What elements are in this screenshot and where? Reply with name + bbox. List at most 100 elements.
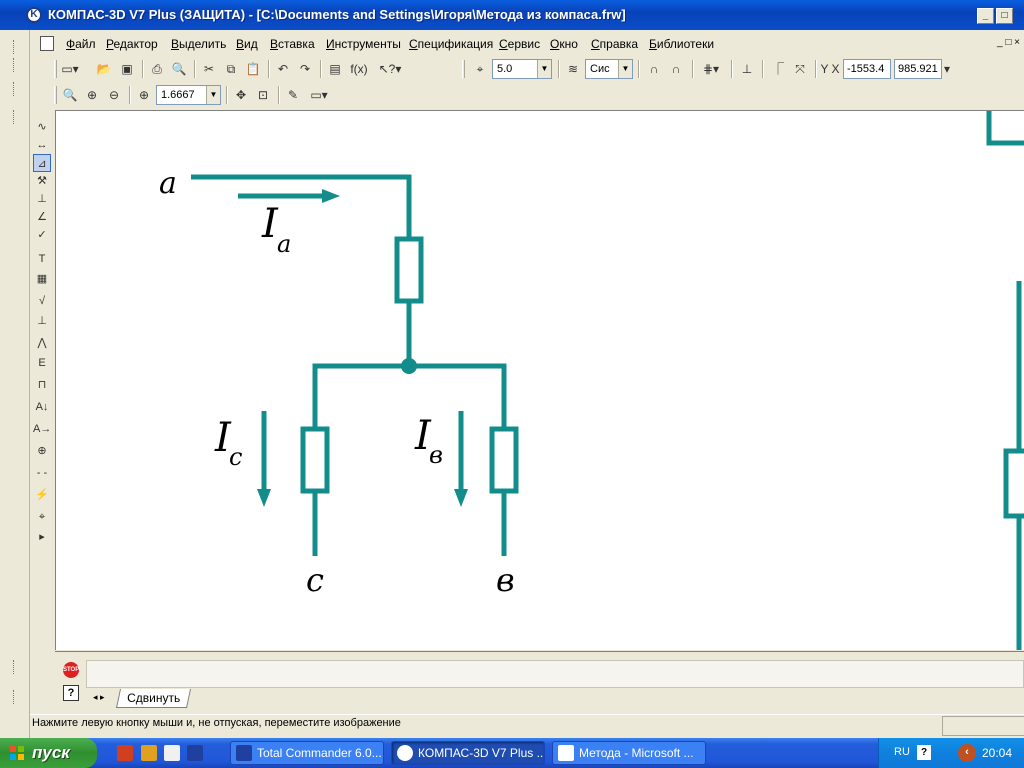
leader-icon[interactable]: ⋀: [33, 334, 51, 352]
document-window-buttons[interactable]: _ □ ×: [997, 37, 1020, 48]
paste-icon[interactable]: 📋: [243, 60, 263, 78]
layers-icon[interactable]: ≋: [563, 60, 583, 78]
open-folder-icon[interactable]: 📂: [94, 60, 114, 78]
help-button[interactable]: ?: [63, 685, 79, 701]
step-combo[interactable]: 5.0 ▼: [492, 59, 552, 79]
ortho-mode-icon[interactable]: ⎾: [768, 60, 788, 78]
coordinate-system-icon[interactable]: ⊥: [737, 60, 757, 78]
menu-tools[interactable]: Инструменты: [326, 37, 401, 51]
copy-icon[interactable]: ⧉: [221, 60, 241, 78]
roughness-icon[interactable]: √: [33, 292, 51, 310]
menu-insert[interactable]: Вставка: [270, 37, 315, 51]
view-arrow-icon[interactable]: A→: [33, 420, 51, 438]
parametrization-icon[interactable]: ⊥: [33, 190, 51, 208]
step-cursor-icon[interactable]: ⌖: [470, 60, 490, 78]
context-help-icon[interactable]: ↖?▾: [376, 60, 404, 78]
pan-icon[interactable]: ✥: [231, 86, 251, 104]
title-bar: K КОМПАС-3D V7 Plus (ЗАЩИТА) - [C:\Docum…: [0, 0, 1024, 30]
save-icon[interactable]: ▣: [117, 60, 137, 78]
cut-icon[interactable]: ✂: [199, 60, 219, 78]
drawing-canvas[interactable]: a I a I c I в c в: [55, 110, 1024, 650]
menu-edit[interactable]: Редактор: [106, 37, 158, 51]
position-icon[interactable]: E: [33, 354, 51, 372]
stop-button[interactable]: STOP: [63, 662, 79, 678]
tab-shift[interactable]: Сдвинуть: [115, 689, 192, 708]
menu-file[interactable]: Файл: [66, 37, 96, 51]
start-button[interactable]: пуск: [0, 738, 97, 768]
chevron-down-icon[interactable]: ▾: [942, 60, 952, 78]
new-document-icon[interactable]: ▭▾: [60, 60, 80, 78]
menu-window[interactable]: Окно: [550, 37, 578, 51]
task-kompas[interactable]: КОМПАС-3D V7 Plus ...: [391, 741, 545, 765]
quicklaunch-xp-icon[interactable]: [187, 745, 203, 761]
display-mode-icon[interactable]: ▭▾: [305, 86, 333, 104]
document-icon[interactable]: [40, 36, 54, 51]
quicklaunch-pencil-icon[interactable]: [141, 745, 157, 761]
menu-service[interactable]: Сервис: [499, 37, 540, 51]
refresh-icon[interactable]: ✎: [283, 86, 303, 104]
show-hidden-icons-icon[interactable]: ‹: [958, 744, 976, 762]
menu-select[interactable]: Выделить: [171, 37, 226, 51]
toolbar-grip[interactable]: [54, 86, 57, 104]
toolbar-grip[interactable]: [54, 60, 57, 78]
toolbar-grip[interactable]: [462, 60, 465, 78]
quicklaunch-folder-icon[interactable]: [164, 745, 180, 761]
centerline-icon[interactable]: - -: [33, 464, 51, 482]
show-all-icon[interactable]: ⊡: [253, 86, 273, 104]
dimensions-icon[interactable]: ↔: [33, 136, 51, 154]
round-off-icon[interactable]: ⤧: [790, 60, 810, 78]
table-icon[interactable]: ▦: [33, 270, 51, 288]
zoom-scale-icon[interactable]: ⊕: [134, 86, 154, 104]
resistor-b: [489, 426, 519, 494]
print-preview-icon[interactable]: 🔍: [169, 60, 189, 78]
variables-icon[interactable]: ▤: [325, 60, 345, 78]
current-a-subscript: a: [277, 230, 291, 258]
chevron-down-icon[interactable]: ▼: [537, 60, 551, 78]
geometry-icon[interactable]: ∿: [33, 118, 51, 136]
zoom-combo[interactable]: 1.6667 ▼: [156, 85, 221, 105]
center-mark-icon[interactable]: ⌖: [33, 508, 51, 526]
node-b-label: в: [496, 561, 515, 599]
language-indicator[interactable]: RU: [894, 746, 910, 758]
minimize-button[interactable]: _: [977, 8, 994, 24]
base-icon[interactable]: ⊥: [33, 312, 51, 330]
axis-icon[interactable]: ⊕: [33, 442, 51, 460]
zoom-window-icon[interactable]: 🔍: [60, 86, 80, 104]
window-title: КОМПАС-3D V7 Plus (ЗАЩИТА) - [C:\Documen…: [48, 7, 626, 22]
zoom-in-icon[interactable]: ⊕: [82, 86, 102, 104]
text-icon[interactable]: T: [33, 250, 51, 268]
menu-help[interactable]: Справка: [591, 37, 638, 51]
task-word[interactable]: Метода - Microsoft ...: [552, 741, 706, 765]
task-total-commander[interactable]: Total Commander 6.0...: [230, 741, 384, 765]
zoom-out-icon[interactable]: ⊖: [104, 86, 124, 104]
function-icon[interactable]: f(x): [347, 60, 371, 78]
undo-icon[interactable]: ↶: [273, 60, 293, 78]
section-arrow-icon[interactable]: A↓: [33, 398, 51, 416]
layer-combo[interactable]: Сис ▼: [585, 59, 633, 79]
tray-help-icon[interactable]: ?: [917, 745, 931, 760]
coord-x-field[interactable]: -1553.4: [843, 59, 891, 79]
tolerance-icon[interactable]: ⊓: [33, 376, 51, 394]
redo-icon[interactable]: ↷: [295, 60, 315, 78]
menu-specification[interactable]: Спецификация: [409, 37, 493, 51]
symbols-icon[interactable]: ⊿: [33, 154, 51, 172]
tab-scroll-arrows[interactable]: ◂ ▸: [93, 692, 105, 703]
snap-magnet-icon[interactable]: ∩: [644, 60, 664, 78]
more-tools-icon[interactable]: ▸: [33, 528, 51, 546]
print-icon[interactable]: ⎙: [147, 60, 167, 78]
local-snap-magnet-icon[interactable]: ∩: [666, 60, 686, 78]
quicklaunch-app-icon[interactable]: [117, 745, 133, 761]
grid-icon[interactable]: ⋕▾: [697, 60, 725, 78]
edit-icon[interactable]: ⚒: [33, 172, 51, 190]
kompas-app-icon[interactable]: K: [26, 7, 42, 23]
menu-view[interactable]: Вид: [236, 37, 258, 51]
menu-libraries[interactable]: Библиотеки: [649, 37, 714, 51]
coord-y-field[interactable]: 985.921: [894, 59, 942, 79]
wave-line-icon[interactable]: ⚡: [33, 486, 51, 504]
current-b-subscript: в: [429, 441, 443, 469]
measure-icon[interactable]: ∠: [33, 208, 51, 226]
select-icon[interactable]: ✓: [33, 226, 51, 244]
maximize-button[interactable]: □: [996, 8, 1013, 24]
chevron-down-icon[interactable]: ▼: [206, 86, 220, 104]
chevron-down-icon[interactable]: ▼: [618, 60, 632, 78]
